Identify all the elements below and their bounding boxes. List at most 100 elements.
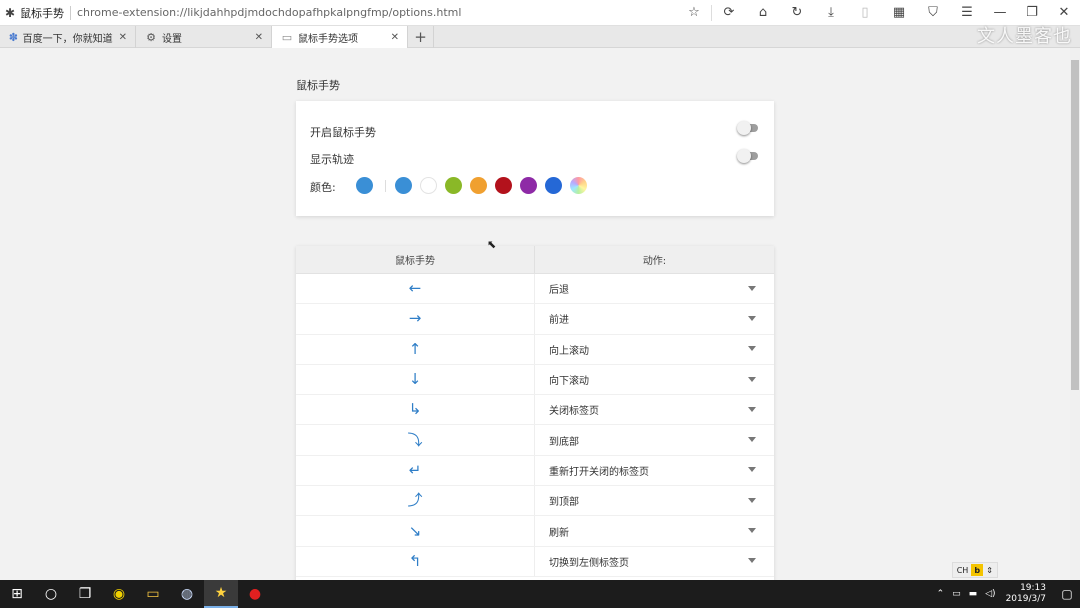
refresh-icon[interactable]: ↻ bbox=[780, 0, 814, 26]
options-page: 鼠标手势 开启鼠标手势 显示轨迹 颜色: 鼠标手势 动作: ← 后退 → 前进 ↑ 向上滚… bbox=[0, 48, 1070, 580]
qr-icon[interactable]: ▦ bbox=[882, 0, 916, 26]
app-icon-3[interactable]: ◍ bbox=[170, 580, 204, 608]
tab-close-icon[interactable]: ✕ bbox=[119, 32, 127, 43]
browser-icon[interactable]: ★ bbox=[204, 580, 238, 608]
action-label: 重新打开关闭的标签页 bbox=[549, 466, 649, 478]
gear-icon: ⚙ bbox=[146, 30, 156, 44]
scrollbar[interactable] bbox=[1070, 48, 1080, 580]
network-icon[interactable]: ▭ bbox=[952, 589, 961, 599]
divider bbox=[70, 5, 71, 20]
gesture-cell: ↓ bbox=[296, 364, 535, 395]
ime-key-icon: b bbox=[971, 564, 984, 576]
action-select[interactable]: 到底部 bbox=[535, 425, 774, 454]
color-swatch-purple[interactable] bbox=[520, 177, 537, 194]
volume-icon[interactable]: ◁) bbox=[985, 589, 995, 599]
tab-close-icon[interactable]: ✕ bbox=[391, 32, 399, 43]
tab-settings[interactable]: ⚙ 设置 ✕ bbox=[136, 26, 272, 48]
action-select[interactable]: 到顶部 bbox=[535, 486, 774, 515]
chevron-down-icon bbox=[748, 437, 756, 443]
search-icon[interactable]: ○ bbox=[34, 580, 68, 608]
gesture-row: ↘ 刷新 bbox=[296, 516, 774, 547]
color-swatch-rainbow[interactable] bbox=[570, 177, 587, 194]
action-label: 后退 bbox=[549, 285, 569, 297]
chevron-up-icon[interactable]: ⌃ bbox=[937, 589, 945, 599]
action-select[interactable]: 切换到左侧标签页 bbox=[535, 547, 774, 576]
extension-icon: ✱ bbox=[4, 5, 16, 20]
record-icon[interactable]: ● bbox=[238, 580, 272, 608]
mouse-icon[interactable]: ▯ bbox=[848, 0, 882, 26]
arrow-right-up-icon: ⤴ bbox=[407, 491, 423, 510]
tab-baidu[interactable]: ✽ 百度一下，你就知道 ✕ bbox=[0, 26, 136, 48]
page-title: 鼠标手势 bbox=[20, 6, 64, 20]
action-select[interactable]: 刷新 bbox=[535, 516, 774, 545]
chevron-down-icon bbox=[748, 285, 756, 291]
action-select[interactable]: 后退 bbox=[535, 274, 774, 303]
app-icon-1[interactable]: ◉ bbox=[102, 580, 136, 608]
enable-gesture-toggle[interactable] bbox=[737, 121, 758, 135]
explorer-icon[interactable]: ▭ bbox=[136, 580, 170, 608]
gesture-row: → 前进 bbox=[296, 304, 774, 335]
tab-bar: ✽ 百度一下，你就知道 ✕ ⚙ 设置 ✕ ▭ 鼠标手势选项 ✕ + bbox=[0, 26, 1080, 48]
new-tab-button[interactable]: + bbox=[408, 26, 434, 48]
tab-gesture-options[interactable]: ▭ 鼠标手势选项 ✕ bbox=[272, 26, 408, 48]
taskview-icon[interactable]: ❐ bbox=[68, 580, 102, 608]
color-swatch-red[interactable] bbox=[495, 177, 512, 194]
shield-icon[interactable]: ⛉ bbox=[916, 0, 950, 26]
current-color-swatch bbox=[356, 177, 373, 194]
action-select[interactable]: 重新打开关闭的标签页 bbox=[535, 456, 774, 485]
color-swatch-white[interactable] bbox=[420, 177, 437, 194]
arrow-right-icon: → bbox=[408, 309, 422, 328]
action-label: 前进 bbox=[549, 315, 569, 327]
sync-icon[interactable]: ⟳ bbox=[712, 0, 746, 26]
scrollbar-thumb[interactable] bbox=[1071, 60, 1079, 390]
color-swatch-green[interactable] bbox=[445, 177, 462, 194]
chevron-down-icon bbox=[748, 346, 756, 352]
notification-icon[interactable]: ▢ bbox=[1054, 587, 1080, 601]
arrow-up-icon: ↑ bbox=[408, 339, 422, 358]
chevron-down-icon bbox=[748, 406, 756, 412]
gesture-table: 鼠标手势 动作: ← 后退 → 前进 ↑ 向上滚动 ↓ 向下滚动 ↳ 关闭标签页 ⤵ 到底部 ↵ 重新打开… bbox=[296, 246, 774, 580]
gesture-cell: ⤵ bbox=[296, 425, 535, 455]
action-select[interactable]: 向上滚动 bbox=[535, 335, 774, 364]
bookmark-star-icon[interactable]: ☆ bbox=[677, 0, 711, 26]
arrow-up-left-turn-icon: ↰ bbox=[408, 551, 422, 570]
mouse-cursor-icon: ⬉ bbox=[487, 238, 497, 251]
gesture-cell: ↰ bbox=[296, 546, 535, 576]
action-label: 到底部 bbox=[549, 436, 579, 448]
show-trail-toggle[interactable] bbox=[737, 149, 758, 163]
action-select[interactable]: 关闭标签页 bbox=[535, 395, 774, 424]
color-swatch-orange[interactable] bbox=[470, 177, 487, 194]
arrow-down-right-icon: ↳ bbox=[408, 400, 422, 419]
section-title: 鼠标手势 bbox=[296, 79, 340, 92]
action-label: 向下滚动 bbox=[549, 376, 589, 388]
home-icon[interactable]: ⌂ bbox=[746, 0, 780, 26]
chevron-down-icon bbox=[748, 315, 756, 321]
gesture-row: ↵ 重新打开关闭的标签页 bbox=[296, 455, 774, 487]
arrow-up-diagonal-icon: ↘ bbox=[408, 521, 422, 540]
chevron-down-icon bbox=[748, 376, 756, 382]
taskbar: ⊞ ○ ❐ ◉ ▭ ◍ ★ ● ⌃ ▭ ▬ ◁) 19:13 2019/3/7 … bbox=[0, 580, 1080, 608]
arrow-up-left-icon: ↵ bbox=[408, 460, 422, 479]
gesture-cell: ↳ bbox=[296, 395, 535, 425]
gesture-row: ↑ 向上滚动 bbox=[296, 334, 774, 365]
color-swatch-dark-blue[interactable] bbox=[545, 177, 562, 194]
chevron-down-icon bbox=[748, 467, 756, 473]
start-icon[interactable]: ⊞ bbox=[0, 580, 34, 608]
ime-indicator[interactable]: CH b ⇕ bbox=[951, 562, 998, 578]
action-select[interactable]: 向下滚动 bbox=[535, 365, 774, 394]
clock[interactable]: 19:13 2019/3/7 bbox=[1006, 583, 1046, 605]
tab-close-icon[interactable]: ✕ bbox=[255, 32, 263, 43]
arrow-down-icon: ↓ bbox=[408, 370, 422, 389]
chevron-down-icon bbox=[748, 497, 756, 503]
address-bar[interactable]: chrome-extension://likjdahhpdjmdochdopaf… bbox=[77, 6, 677, 19]
gesture-row: ↓ 向下滚动 bbox=[296, 364, 774, 396]
action-select[interactable]: 前进 bbox=[535, 304, 774, 333]
show-trail-label: 显示轨迹 bbox=[310, 153, 354, 166]
color-swatch-blue[interactable] bbox=[395, 177, 412, 194]
color-palette bbox=[356, 177, 595, 194]
gesture-table-header: 鼠标手势 动作: bbox=[296, 246, 774, 274]
title-bar: ✱ 鼠标手势 chrome-extension://likjdahhpdjmdo… bbox=[0, 0, 1080, 26]
gesture-row: ⤵ 到底部 bbox=[296, 425, 774, 456]
battery-icon[interactable]: ▬ bbox=[969, 589, 978, 599]
download-icon[interactable]: ⤓ bbox=[814, 0, 848, 26]
